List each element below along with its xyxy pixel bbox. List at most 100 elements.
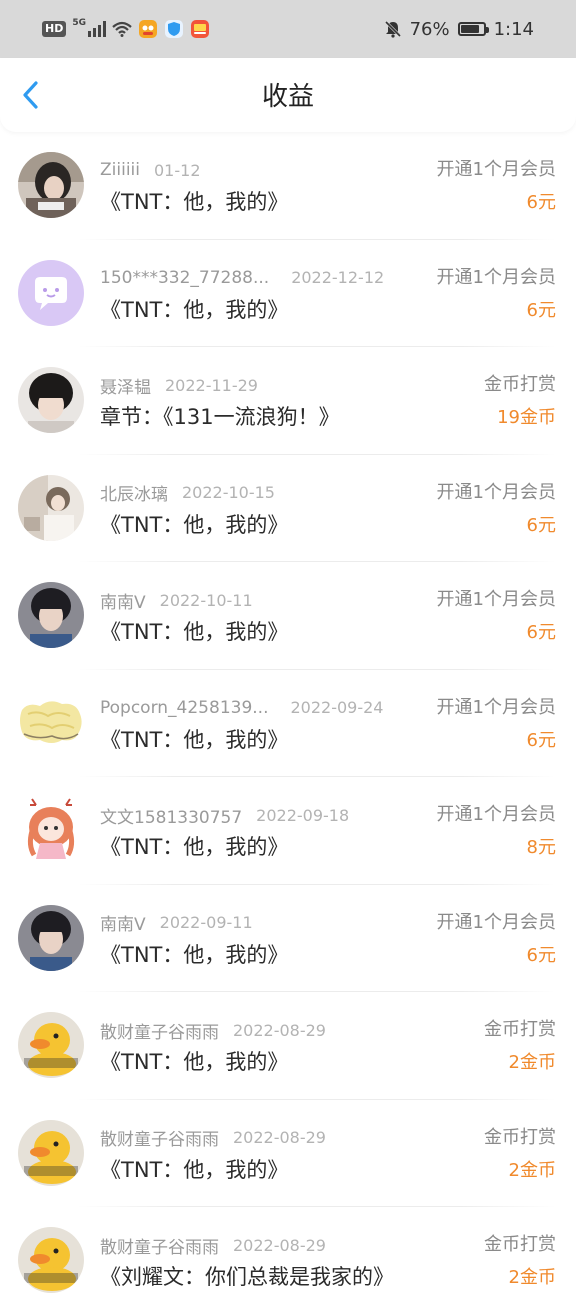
book-title: 《TNT：他，我的》 — [100, 1157, 289, 1182]
book-title: 《TNT：他，我的》 — [100, 297, 289, 322]
earning-amount: 6元 — [526, 622, 556, 643]
avatar — [18, 797, 84, 863]
username: 北辰冰璃 — [100, 485, 168, 505]
username: 聂泽韫 — [100, 377, 151, 398]
page-title: 收益 — [261, 82, 314, 112]
avatar — [18, 904, 84, 971]
user-line: Ziiiiii 01-12 — [100, 159, 201, 181]
date: 2022-09-24 — [290, 698, 384, 717]
earning-type: 开通1个月会员 — [436, 266, 556, 288]
username: 文文1581330757 — [100, 807, 243, 828]
user-line: Popcorn_4258139... 2022-09-24 — [100, 697, 383, 719]
book-title: 《TNT：他，我的》 — [100, 620, 289, 644]
earning-type: 开通1个月会员 — [436, 696, 556, 718]
earning-amount: 6元 — [526, 514, 556, 536]
username: 南南V — [100, 915, 146, 935]
app-icon — [191, 20, 209, 38]
book-title: 《TNT：他，我的》 — [100, 727, 289, 752]
earning-row[interactable]: 150***332_77288... 2022-12-12 《TNT：他，我的》… — [0, 240, 576, 347]
status-bar: HD 5G 76% 1:14 — [0, 0, 576, 58]
earning-amount: 2金币 — [508, 1159, 556, 1181]
book-title: 《TNT：他，我的》 — [100, 1050, 289, 1074]
avatar — [18, 259, 84, 326]
earning-type: 金币打赏 — [484, 1234, 556, 1255]
avatar — [18, 690, 84, 756]
earning-row[interactable]: 南南V 2022-09-11 《TNT：他，我的》 开通1个月会员 6元 — [0, 885, 576, 992]
user-line: 150***332_77288... 2022-12-12 — [100, 267, 384, 289]
user-line: 散财童子谷雨雨 2022-08-29 — [100, 1234, 326, 1258]
network-type: 5G — [72, 18, 86, 28]
username: 150***332_77288... — [100, 267, 270, 288]
user-line: 北辰冰璃 2022-10-15 — [100, 482, 275, 505]
earning-row[interactable]: 南南V 2022-10-11 《TNT：他，我的》 开通1个月会员 6元 — [0, 562, 576, 670]
user-line: 文文1581330757 2022-09-18 — [100, 804, 350, 828]
hd-badge: HD — [42, 21, 67, 37]
top-bar: 收益 — [0, 58, 576, 132]
earning-amount: 6元 — [526, 944, 556, 966]
user-line: 聂泽韫 2022-11-29 — [100, 374, 258, 398]
shield-icon — [165, 20, 183, 38]
earnings-list: Ziiiiii 01-12 《TNT：他，我的》 开通1个月会员 6元 150*… — [0, 132, 576, 1315]
earning-type: 开通1个月会员 — [436, 804, 556, 825]
earning-amount: 6元 — [526, 299, 556, 321]
date: 2022-08-29 — [233, 1128, 326, 1147]
battery-percent: 76% — [409, 18, 450, 40]
book-title: 《TNT：他，我的》 — [100, 835, 289, 859]
earning-amount: 2金币 — [508, 1052, 556, 1073]
date: 2022-09-11 — [159, 913, 253, 932]
earning-type: 开通1个月会员 — [436, 159, 556, 180]
book-title: 《刘耀文：你们总裁是我家的》 — [100, 1265, 394, 1289]
status-left-icons: HD 5G — [42, 18, 210, 40]
avatar — [18, 1119, 84, 1186]
username: 散财童子谷雨雨 — [100, 1130, 219, 1150]
earning-type: 开通1个月会员 — [436, 589, 556, 610]
book-title: 《TNT：他，我的》 — [100, 942, 289, 967]
date: 2022-11-29 — [165, 375, 258, 395]
battery-icon — [457, 22, 489, 36]
earning-type: 金币打赏 — [484, 1019, 556, 1040]
username: Ziiiiii — [100, 160, 140, 180]
avatar — [18, 152, 84, 218]
date: 2022-09-18 — [256, 805, 350, 825]
earning-amount: 6元 — [526, 192, 556, 213]
user-line: 南南V 2022-10-11 — [100, 589, 253, 613]
wifi-icon — [112, 21, 132, 37]
username: Popcorn_4258139... — [100, 697, 269, 718]
earning-amount: 19金币 — [497, 407, 556, 428]
mute-bell-icon — [384, 20, 401, 38]
username: 散财童子谷雨雨 — [100, 1022, 219, 1043]
earning-row[interactable]: 北辰冰璃 2022-10-15 《TNT：他，我的》 开通1个月会员 6元 — [0, 455, 576, 562]
date: 2022-08-29 — [233, 1235, 326, 1255]
user-line: 散财童子谷雨雨 2022-08-29 — [100, 1019, 326, 1043]
book-title: 章节：《131一流浪狗！》 — [100, 405, 340, 429]
earning-row[interactable]: 文文1581330757 2022-09-18 《TNT：他，我的》 开通1个月… — [0, 777, 576, 885]
earning-row[interactable]: 散财童子谷雨雨 2022-08-29 《TNT：他，我的》 金币打赏 2金币 — [0, 992, 576, 1100]
app-notification-icon — [139, 20, 157, 38]
avatar — [18, 1227, 84, 1293]
username: 散财童子谷雨雨 — [100, 1237, 219, 1258]
user-line: 南南V 2022-09-11 — [100, 912, 253, 935]
earning-row[interactable]: Popcorn_4258139... 2022-09-24 《TNT：他，我的》… — [0, 670, 576, 777]
earning-row[interactable]: 聂泽韫 2022-11-29 章节：《131一流浪狗！》 金币打赏 19金币 — [0, 347, 576, 455]
username: 南南V — [100, 592, 146, 613]
date: 2022-10-15 — [182, 483, 275, 502]
clock: 1:14 — [493, 18, 534, 40]
date: 2022-08-29 — [233, 1020, 326, 1040]
earning-row[interactable]: 散财童子谷雨雨 2022-08-29 《TNT：他，我的》 金币打赏 2金币 — [0, 1100, 576, 1207]
earning-amount: 2金币 — [508, 1267, 556, 1288]
avatar — [18, 1012, 84, 1078]
date: 2022-12-12 — [291, 268, 385, 287]
user-line: 散财童子谷雨雨 2022-08-29 — [100, 1127, 326, 1150]
date: 01-12 — [154, 160, 201, 180]
status-right-icons: 76% 1:14 — [384, 16, 534, 42]
earning-row[interactable]: Ziiiiii 01-12 《TNT：他，我的》 开通1个月会员 6元 — [0, 132, 576, 240]
signal-icon — [88, 21, 106, 37]
earning-type: 金币打赏 — [484, 1126, 556, 1148]
book-title: 《TNT：他，我的》 — [100, 512, 289, 537]
earning-row[interactable]: 散财童子谷雨雨 2022-08-29 《刘耀文：你们总裁是我家的》 金币打赏 2… — [0, 1207, 576, 1315]
avatar — [18, 367, 84, 433]
earning-type: 开通1个月会员 — [436, 911, 556, 933]
date: 2022-10-11 — [159, 590, 253, 610]
earning-amount: 6元 — [526, 729, 556, 751]
book-title: 《TNT：他，我的》 — [100, 190, 289, 214]
